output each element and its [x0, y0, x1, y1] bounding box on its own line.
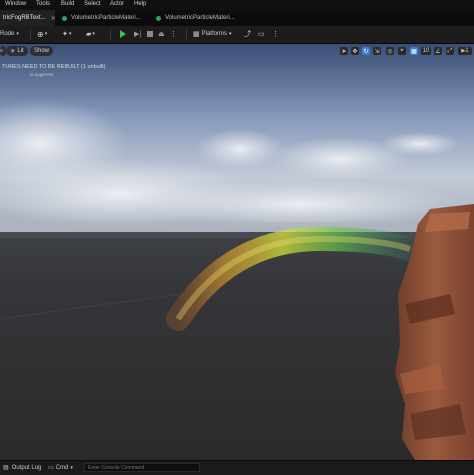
play-button[interactable]	[120, 28, 126, 40]
mode-dropdown[interactable]: Rode ▾	[0, 28, 19, 40]
blueprints-button[interactable]: ✦ ▾	[62, 28, 71, 40]
source-control-icon[interactable]: ⋮	[272, 28, 279, 40]
surface-snap-icon[interactable]: ⌖	[398, 47, 406, 55]
clapper-icon: ▰	[86, 31, 92, 38]
lit-icon: ☀	[10, 48, 16, 55]
status-bar: ▤ Output Log ▭ Cmd ▾	[0, 460, 474, 475]
tab-label: VolumetricParticleMateri...	[71, 15, 141, 21]
show-label: Show	[34, 48, 50, 54]
cmd-dropdown[interactable]: ▭ Cmd ▾	[48, 464, 73, 472]
blueprint-icon: ✦	[62, 31, 68, 38]
terminal-icon: ▭	[48, 465, 54, 471]
play-icon	[120, 30, 126, 38]
mode-label: Rode	[0, 31, 15, 37]
chevron-down-icon: ▾	[92, 31, 95, 37]
close-icon[interactable]: ✕	[51, 15, 56, 22]
chevron-down-icon: ▾	[68, 31, 72, 37]
menu-help[interactable]: Help	[134, 1, 146, 7]
stop-button[interactable]	[147, 28, 153, 40]
chevron-down-icon: ▾	[228, 31, 232, 37]
platforms-icon: ▦	[193, 31, 200, 38]
tab-label: tricFogRBText...	[3, 15, 46, 21]
content-icon[interactable]: ⤴	[244, 28, 251, 40]
show-button[interactable]: Show	[30, 46, 54, 56]
material-icon	[156, 15, 161, 21]
view-mode-button[interactable]: ☀ Lit	[6, 46, 28, 56]
tab-label: VolumetricParticleMateri...	[165, 15, 235, 21]
divider	[30, 29, 31, 40]
add-content-button[interactable]: ⊕ ▾	[37, 28, 47, 40]
skip-button[interactable]: ▶|	[134, 28, 141, 40]
menu-tools[interactable]: Tools	[36, 1, 50, 7]
output-log-label: Output Log	[11, 464, 42, 471]
chevron-down-icon: ▾	[16, 31, 19, 37]
menu-window[interactable]: Window	[5, 1, 26, 7]
camera-speed-value: 1	[465, 48, 469, 54]
chevron-down-icon: ▾	[44, 31, 48, 37]
translate-icon[interactable]: ✥	[351, 47, 359, 55]
platforms-button[interactable]: ▦ Platforms ▾	[193, 28, 231, 40]
log-icon: ▤	[3, 465, 9, 471]
platforms-label: Platforms	[201, 31, 227, 37]
camera-speed-button[interactable]: ▶ 1	[458, 47, 472, 55]
grid-snap-value[interactable]: 10	[421, 47, 431, 55]
tab-material-1[interactable]: VolumetricParticleMateri...	[62, 10, 150, 26]
menu-actor[interactable]: Actor	[110, 1, 124, 7]
more-icon: ⋮	[170, 31, 177, 38]
add-icon: ⊕	[37, 29, 44, 39]
eject-button[interactable]: ⏏	[158, 28, 165, 40]
viewport-toolbar: ≡ ☀ Lit Show ➤ ✥ ↻ ⇲ ◎ ⌖ ▦ 10 ∠ ⤢ ▶ 1	[0, 44, 474, 58]
chevron-down-icon: ▾	[70, 464, 73, 471]
rebuild-warning: TURES NEED TO BE REBUILT (1 unbuilt)	[2, 64, 106, 70]
menu-build[interactable]: Build	[61, 1, 74, 7]
document-tab-bar: tricFogRBText... ✕ VolumetricParticleMat…	[0, 10, 474, 27]
level-viewport[interactable]: TURES NEED TO BE REBUILT (1 unbuilt) to …	[0, 44, 474, 460]
main-toolbar: Rode ▾ ⊕ ▾ ✦ ▾ ▰ ▾ ▶| ⏏ ⋮ ▦ Platforms ▾ …	[0, 26, 474, 44]
select-mode-icon[interactable]: ➤	[340, 47, 348, 55]
scale-snap-icon[interactable]: ⤢	[446, 47, 454, 55]
eject-icon: ⏏	[158, 31, 165, 38]
material-icon	[62, 15, 67, 21]
tab-material-2[interactable]: VolumetricParticleMateri...	[156, 10, 248, 26]
skip-icon: ▶|	[134, 31, 142, 38]
cmd-label: Cmd	[55, 464, 69, 471]
menu-icon: ≡	[0, 48, 3, 54]
menu-bar: Window Tools Build Select Actor Help	[0, 0, 474, 10]
divider	[186, 29, 187, 40]
view-mode-label: Lit	[17, 48, 24, 54]
stop-icon	[147, 31, 153, 37]
tab-level[interactable]: tricFogRBText... ✕	[0, 10, 56, 26]
grid-snap-icon[interactable]: ▦	[410, 47, 418, 55]
world-space-icon[interactable]: ◎	[386, 47, 394, 55]
layout-icon[interactable]: ▭	[258, 28, 265, 40]
rotation-snap-icon[interactable]: ∠	[434, 47, 442, 55]
rebuild-warning-hint: to suppress	[30, 72, 54, 77]
play-options-button[interactable]: ⋮	[170, 28, 177, 40]
viewport-scene	[0, 44, 474, 460]
output-log-button[interactable]: ▤ Output Log	[3, 464, 42, 472]
console-command-input[interactable]	[84, 463, 200, 472]
scale-icon[interactable]: ⇲	[373, 47, 381, 55]
divider	[110, 29, 111, 40]
cinematics-button[interactable]: ▰ ▾	[86, 28, 95, 40]
menu-select[interactable]: Select	[84, 1, 101, 7]
rotate-icon[interactable]: ↻	[362, 47, 370, 55]
